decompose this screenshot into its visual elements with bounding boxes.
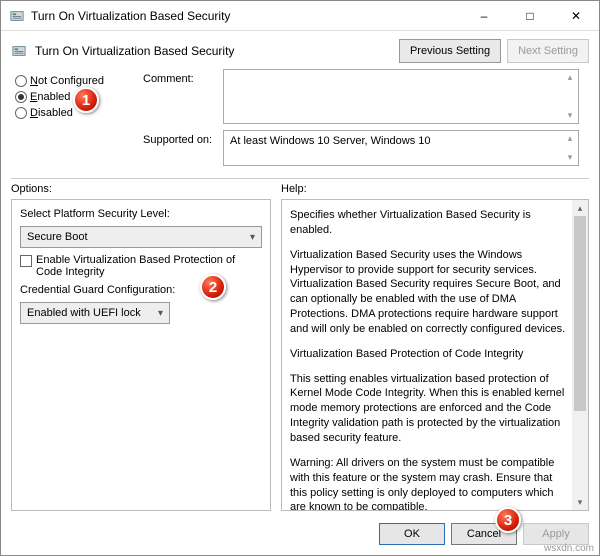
vbp-checkbox-row[interactable]: Enable Virtualization Based Protection o…: [20, 254, 262, 278]
annotation-badge-3: 3: [495, 507, 521, 533]
supported-label: Supported on:: [143, 130, 223, 146]
close-button[interactable]: ✕: [553, 1, 599, 31]
help-paragraph: Warning: All drivers on the system must …: [290, 456, 570, 511]
radio-not-configured[interactable]: Not Configured: [15, 75, 133, 87]
help-paragraph: This setting enables virtualization base…: [290, 372, 570, 446]
ok-button[interactable]: OK: [379, 523, 445, 545]
maximize-button[interactable]: □: [507, 1, 553, 31]
minimize-button[interactable]: –: [461, 1, 507, 31]
app-icon: [9, 8, 25, 24]
window-title: Turn On Virtualization Based Security: [31, 9, 461, 23]
dropdown-value: Enabled with UEFI lock: [27, 307, 141, 319]
radio-dot-icon: [15, 107, 27, 119]
supported-on-box: At least Windows 10 Server, Windows 10 ▴…: [223, 130, 579, 166]
help-label: Help:: [281, 183, 589, 195]
radio-enabled[interactable]: Enabled 1: [15, 91, 133, 103]
watermark: wsxdn.com: [544, 543, 594, 554]
chevron-down-icon: ▾: [158, 308, 163, 319]
help-paragraph: Specifies whether Virtualization Based S…: [290, 208, 570, 238]
platform-security-label: Select Platform Security Level:: [20, 208, 262, 220]
section-labels: Options: Help:: [1, 183, 599, 195]
options-panel: Select Platform Security Level: Secure B…: [11, 199, 271, 511]
help-scrollbar[interactable]: ▴ ▾: [572, 200, 588, 510]
scroll-track[interactable]: [572, 216, 588, 494]
next-setting-button: Next Setting: [507, 39, 589, 63]
policy-icon: [11, 43, 27, 59]
policy-title: Turn On Virtualization Based Security: [35, 44, 393, 58]
help-paragraph: Virtualization Based Security uses the W…: [290, 248, 570, 337]
comment-row: Comment: ▴▾: [143, 69, 589, 124]
scroll-up-icon[interactable]: ▴: [572, 200, 588, 216]
body-columns: Select Platform Security Level: Secure B…: [1, 195, 599, 515]
help-panel: Specifies whether Virtualization Based S…: [281, 199, 589, 511]
radio-dot-icon: [15, 91, 27, 103]
apply-button: Apply: [523, 523, 589, 545]
chevron-down-icon: ▾: [250, 232, 255, 243]
supported-row: Supported on: At least Windows 10 Server…: [143, 130, 589, 166]
vbp-checkbox-label: Enable Virtualization Based Protection o…: [36, 254, 262, 278]
help-paragraph: Virtualization Based Protection of Code …: [290, 347, 570, 362]
annotation-badge-2: 2: [200, 274, 226, 300]
radio-dot-icon: [15, 75, 27, 87]
radio-label: Disabled: [30, 107, 73, 119]
scroll-stub: ▴▾: [562, 70, 578, 123]
gpo-dialog: Turn On Virtualization Based Security – …: [0, 0, 600, 556]
comment-label: Comment:: [143, 69, 223, 85]
scroll-stub: ▴▾: [562, 131, 578, 165]
header-row: Turn On Virtualization Based Security Pr…: [1, 31, 599, 67]
supported-on-text: At least Windows 10 Server, Windows 10: [230, 135, 431, 147]
radio-label: Enabled: [30, 91, 70, 103]
previous-setting-button[interactable]: Previous Setting: [399, 39, 501, 63]
dialog-buttons: OK Cancel Apply 3: [1, 515, 599, 555]
radio-disabled[interactable]: Disabled: [15, 107, 133, 119]
annotation-badge-1: 1: [73, 87, 99, 113]
credential-guard-dropdown[interactable]: Enabled with UEFI lock ▾: [20, 302, 170, 324]
options-label: Options:: [11, 183, 271, 195]
platform-security-dropdown[interactable]: Secure Boot ▾: [20, 226, 262, 248]
scroll-down-icon[interactable]: ▾: [572, 494, 588, 510]
titlebar: Turn On Virtualization Based Security – …: [1, 1, 599, 31]
state-radios: Not Configured Enabled 1 Disabled: [15, 75, 133, 119]
scroll-thumb[interactable]: [574, 216, 586, 411]
separator: [11, 178, 589, 179]
config-row: Not Configured Enabled 1 Disabled Commen…: [1, 67, 599, 170]
comment-textarea[interactable]: ▴▾: [223, 69, 579, 124]
dropdown-value: Secure Boot: [27, 231, 88, 243]
checkbox-icon: [20, 255, 32, 267]
form-grid: Comment: ▴▾ Supported on: At least Windo…: [143, 69, 589, 166]
radio-label: Not Configured: [30, 75, 104, 87]
window-controls: – □ ✕: [461, 1, 599, 31]
